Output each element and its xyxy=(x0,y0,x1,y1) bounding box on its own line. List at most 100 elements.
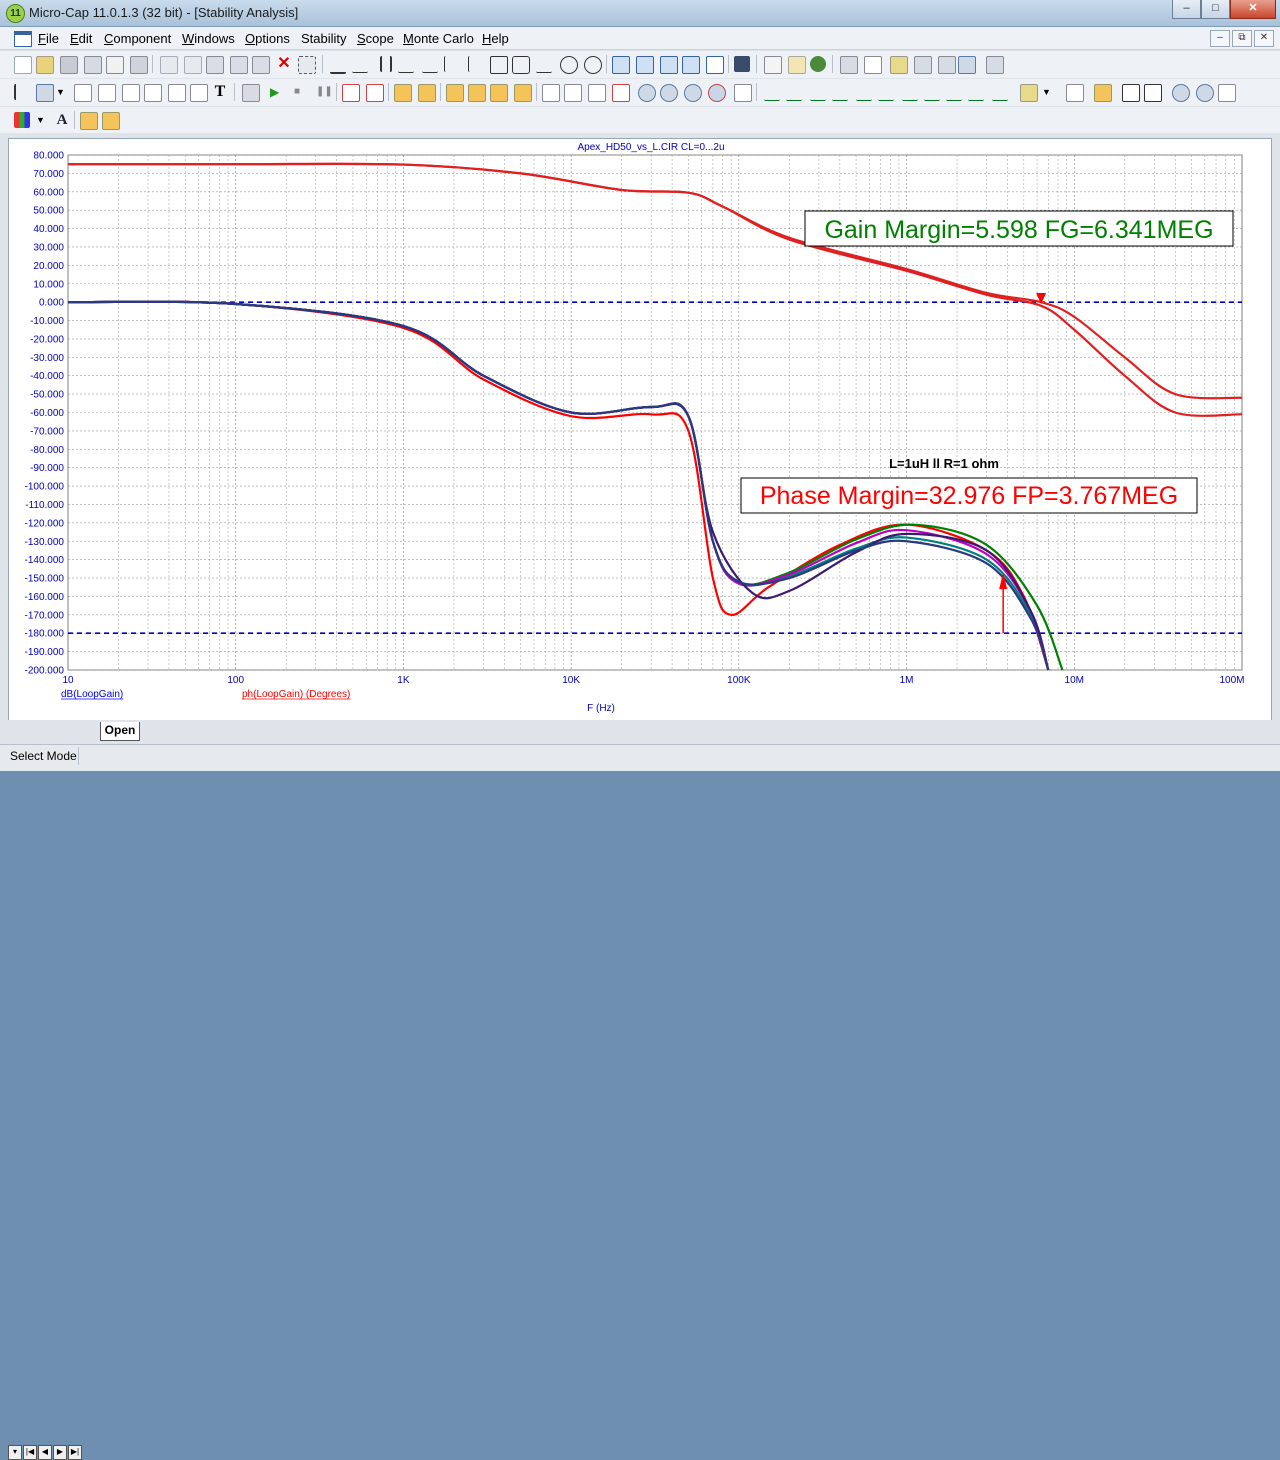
properties-icon[interactable] xyxy=(864,56,882,74)
legend-phase-label[interactable]: ph(LoopGain) (Degrees) xyxy=(242,689,350,700)
opamp-icon[interactable] xyxy=(490,56,508,74)
chevron-down-icon[interactable]: ▼ xyxy=(56,84,66,100)
component-mode-icon[interactable] xyxy=(36,84,54,102)
tab-menu-button[interactable]: ▾ xyxy=(8,1445,22,1460)
font-icon[interactable]: A xyxy=(54,112,70,128)
cursor-bottom-icon[interactable] xyxy=(946,84,962,101)
plot-window[interactable]: Apex_HD50_vs_L.CIR CL=0...2u 80.000 70.00… xyxy=(8,138,1272,722)
tab-next-button[interactable]: ▶ xyxy=(53,1445,67,1460)
tab-last-button[interactable]: ▶| xyxy=(68,1445,82,1460)
cut-icon[interactable] xyxy=(206,56,224,74)
paste-icon[interactable] xyxy=(252,56,270,74)
redo-icon[interactable] xyxy=(184,56,202,74)
legend-gain-label[interactable]: dB(LoopGain) xyxy=(61,689,123,700)
zoom-in-icon[interactable] xyxy=(660,84,678,102)
undo-icon[interactable] xyxy=(160,56,178,74)
mdi-close-button[interactable]: ✕ xyxy=(1254,30,1274,47)
baseline-icon[interactable] xyxy=(564,84,582,102)
tab-open[interactable]: Open xyxy=(100,722,140,741)
tile-horizontal-icon[interactable] xyxy=(660,56,678,74)
phase-margin-annotation[interactable]: Phase Margin=32.976 FP=3.767MEG xyxy=(740,477,1198,514)
mosfet-icon[interactable] xyxy=(468,56,485,72)
chevron-down-icon[interactable]: ▼ xyxy=(1042,84,1052,100)
data-points-icon[interactable] xyxy=(394,84,412,102)
globe-icon[interactable] xyxy=(810,56,826,72)
print-icon[interactable] xyxy=(130,56,148,74)
magnify-plus-icon[interactable] xyxy=(1172,84,1190,102)
component-library-icon[interactable] xyxy=(764,56,782,74)
play-icon[interactable]: ▶ xyxy=(270,84,286,100)
plus-mode-icon[interactable] xyxy=(468,84,486,102)
chevron-down-icon[interactable]: ▼ xyxy=(36,112,46,128)
menu-component[interactable]: Component xyxy=(104,31,171,46)
inductor-icon[interactable] xyxy=(398,56,414,73)
delete-icon[interactable]: ✕ xyxy=(276,56,292,72)
model-editor-icon[interactable] xyxy=(788,56,806,74)
properties-check-icon[interactable] xyxy=(734,84,752,102)
transistor-icon[interactable] xyxy=(444,56,461,72)
auto-scale-icon[interactable] xyxy=(342,84,360,102)
stability-plot[interactable]: Apex_HD50_vs_L.CIR CL=0...2u 80.000 70.00… xyxy=(9,139,1271,721)
copy-icon[interactable] xyxy=(230,56,248,74)
print-preview-icon[interactable] xyxy=(106,56,124,74)
tile-vertical-icon[interactable] xyxy=(636,56,654,74)
cursor-next-valley-icon[interactable] xyxy=(786,84,802,101)
tab-prev-button[interactable]: ◀ xyxy=(38,1445,52,1460)
pause-icon[interactable]: ❚❚ xyxy=(316,84,333,100)
stepping-icon[interactable] xyxy=(890,56,908,74)
minimize-button[interactable]: – xyxy=(1172,0,1201,19)
menu-help[interactable]: Help xyxy=(482,31,509,46)
resistor-icon[interactable] xyxy=(352,56,368,73)
cursor-global-low-icon[interactable] xyxy=(902,84,918,101)
diode-icon[interactable] xyxy=(422,56,438,73)
circuit-note-label[interactable]: L=1uH ll R=1 ohm xyxy=(889,456,999,471)
cursor-global-high-icon[interactable] xyxy=(878,84,894,101)
maximize-button[interactable]: □ xyxy=(1201,0,1230,19)
cursor-mode-icon[interactable] xyxy=(588,84,606,102)
mdi-restore-button[interactable]: ⧉ xyxy=(1232,30,1252,47)
zoom-box-icon[interactable] xyxy=(98,84,116,102)
bring-front-icon[interactable] xyxy=(80,112,98,130)
current-source-icon[interactable] xyxy=(584,56,602,74)
menu-file[interactable]: File xyxy=(38,31,59,46)
cascade-windows-icon[interactable] xyxy=(612,56,630,74)
x-scale-icon[interactable] xyxy=(1144,84,1162,102)
stepping-view-icon[interactable] xyxy=(708,84,726,102)
tab-first-button[interactable]: |◀ xyxy=(23,1445,37,1460)
mdi-minimize-button[interactable]: – xyxy=(1210,30,1230,47)
magnify-minus-icon[interactable] xyxy=(1196,84,1214,102)
run-setup-icon[interactable] xyxy=(242,84,260,102)
horizontal-axis-grid-icon[interactable] xyxy=(490,84,508,102)
zoom-out-icon[interactable] xyxy=(684,84,702,102)
menu-options[interactable]: Options xyxy=(245,31,290,46)
stop-icon[interactable]: ■ xyxy=(294,84,310,100)
formula-tag-icon[interactable] xyxy=(190,84,208,102)
macro-icon[interactable] xyxy=(512,56,530,74)
save-icon[interactable] xyxy=(60,56,78,74)
battery-icon[interactable] xyxy=(536,56,552,73)
menu-stability[interactable]: Stability xyxy=(301,31,347,46)
performance-icon[interactable] xyxy=(938,56,956,74)
vertical-axis-grid-icon[interactable] xyxy=(514,84,532,102)
menu-scope[interactable]: Scope xyxy=(357,31,394,46)
restore-limits-icon[interactable] xyxy=(366,84,384,102)
peak-icon[interactable] xyxy=(612,84,630,102)
select-mode-icon[interactable] xyxy=(14,84,32,100)
same-y-scales-icon[interactable] xyxy=(1122,84,1140,102)
numeric-output-icon[interactable] xyxy=(1066,84,1084,102)
search-icon[interactable] xyxy=(638,84,656,102)
new-file-icon[interactable] xyxy=(14,56,32,74)
sensitivity-icon[interactable] xyxy=(986,56,1004,74)
open-folder-icon[interactable] xyxy=(36,56,54,74)
send-back-icon[interactable] xyxy=(102,112,120,130)
cursor-top-icon[interactable] xyxy=(924,84,940,101)
voltage-source-icon[interactable] xyxy=(560,56,578,74)
scale-mode-icon[interactable] xyxy=(74,84,92,102)
new-window-icon[interactable] xyxy=(682,56,700,74)
horizontal-tag-icon[interactable] xyxy=(144,84,162,102)
revert-icon[interactable] xyxy=(84,56,102,74)
menu-edit[interactable]: Edit xyxy=(70,31,92,46)
cursor-high-icon[interactable] xyxy=(810,84,826,101)
gain-series-line[interactable] xyxy=(67,162,1243,400)
optimize-icon[interactable] xyxy=(914,56,932,74)
